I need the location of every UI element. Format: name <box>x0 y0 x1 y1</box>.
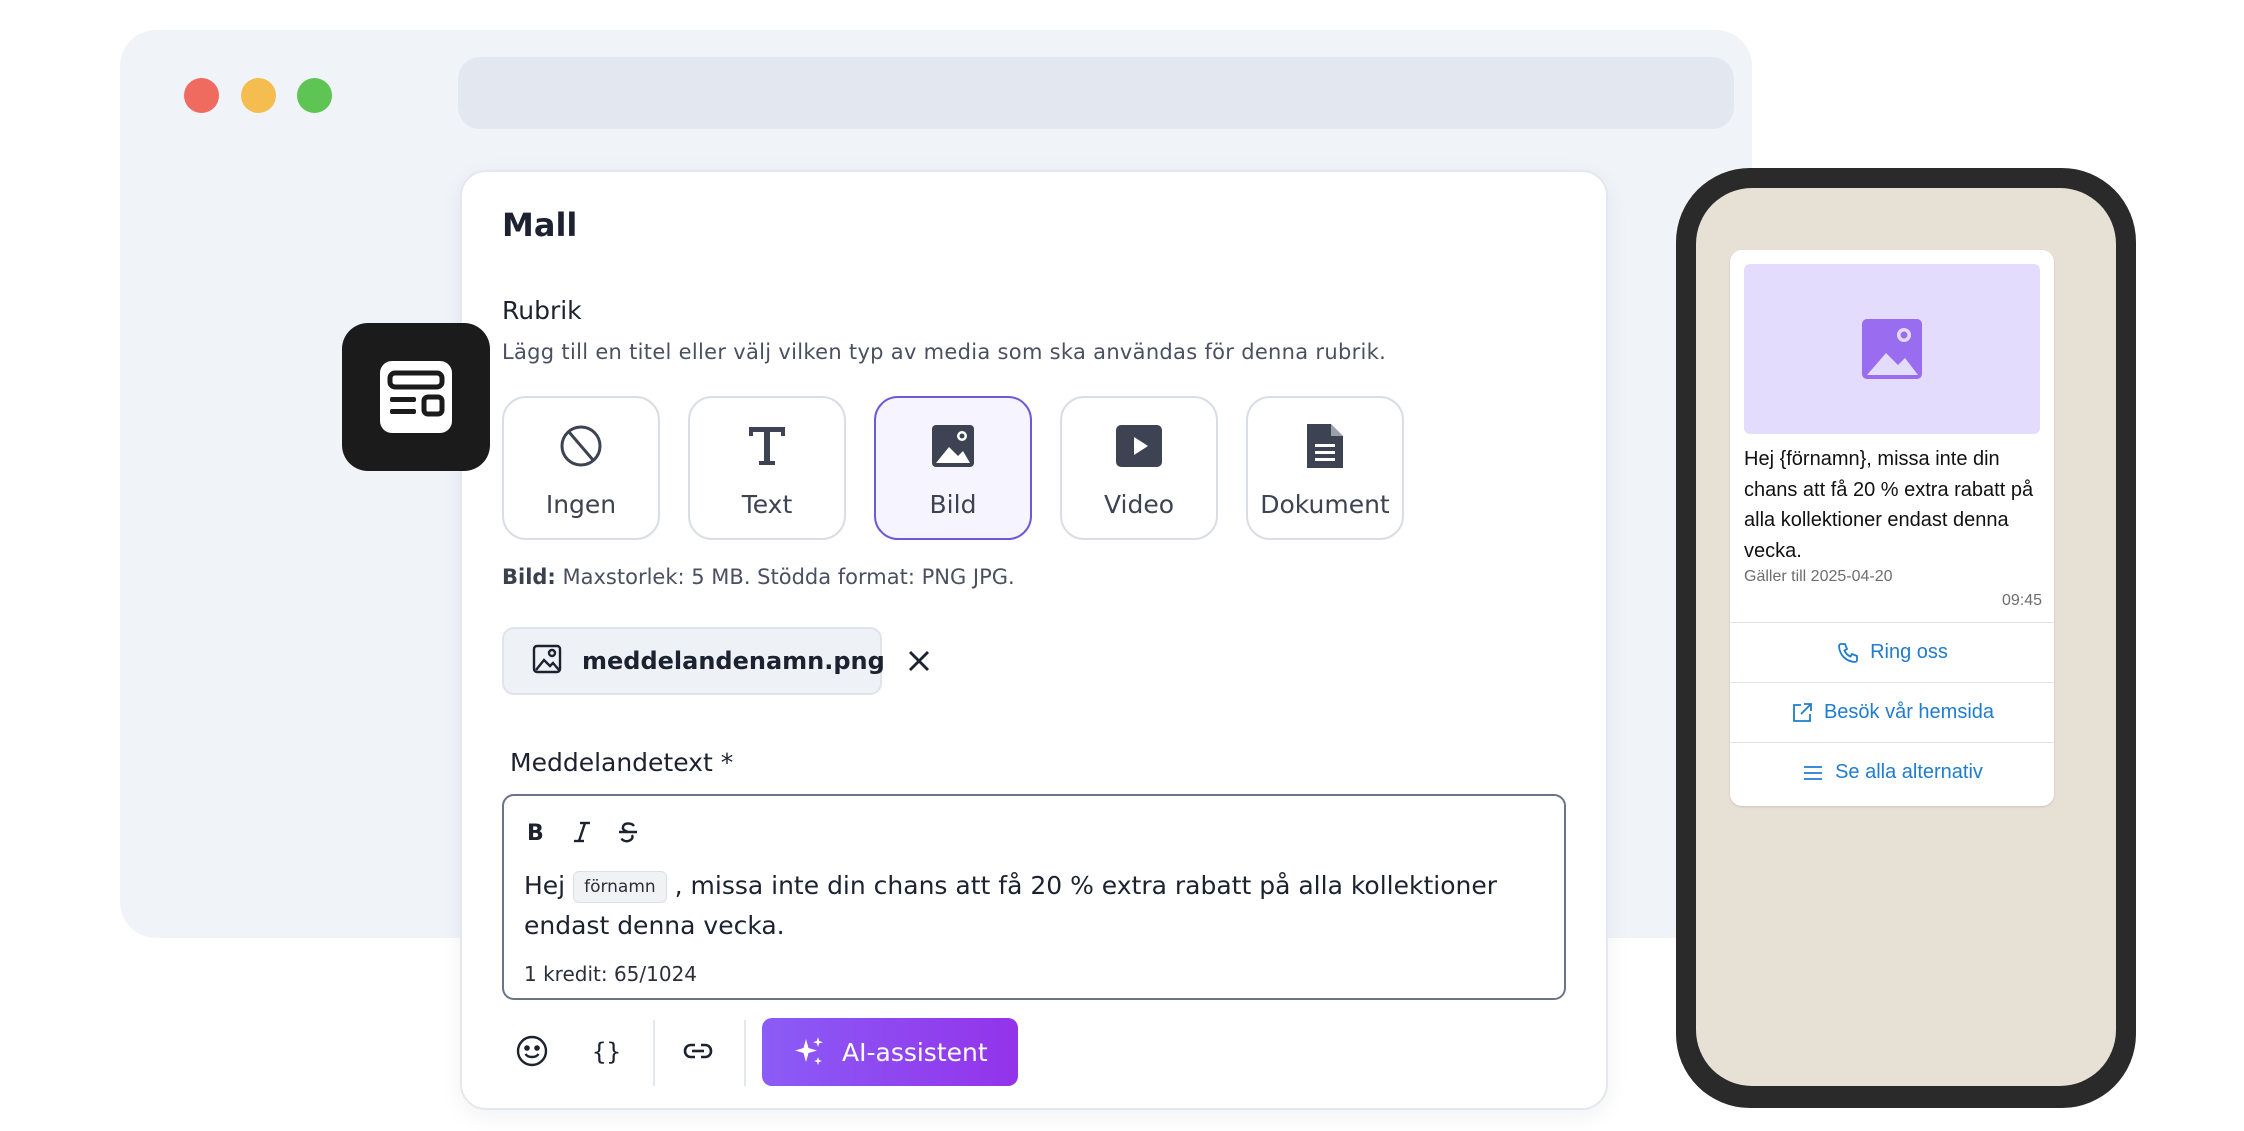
close-icon <box>909 651 929 671</box>
video-icon <box>1115 418 1163 474</box>
emoji-icon <box>516 1035 548 1067</box>
template-card: Mall Rubrik Lägg till en titel eller väl… <box>460 170 1608 1110</box>
no-media-icon <box>557 418 605 474</box>
bold-icon: B <box>527 821 544 844</box>
header-section-title: Rubrik <box>502 296 582 325</box>
external-link-icon <box>1793 702 1812 722</box>
visit-website-label: Besök vår hemsida <box>1823 701 1995 723</box>
italic-icon <box>574 821 590 843</box>
template-layout-icon <box>380 361 452 433</box>
emoji-button[interactable] <box>510 1029 554 1073</box>
message-editor[interactable]: B Hej förnamn , missa inte din chans att… <box>502 794 1566 1000</box>
template-app-icon <box>342 323 490 471</box>
media-option-text[interactable]: Text <box>688 396 846 540</box>
link-icon <box>683 1043 713 1059</box>
image-icon <box>930 418 976 474</box>
variable-chip-firstname[interactable]: förnamn <box>573 871 667 903</box>
phone-preview: Hej {förnamn}, missa inte din chans att … <box>1676 168 2136 1108</box>
document-icon <box>1305 418 1345 474</box>
call-us-button[interactable]: Ring oss <box>1730 622 2054 682</box>
list-icon <box>1804 765 1823 780</box>
toolbar-divider <box>744 1020 746 1086</box>
strikethrough-button[interactable] <box>610 814 646 850</box>
media-option-none[interactable]: Ingen <box>502 396 660 540</box>
media-option-document[interactable]: Dokument <box>1246 396 1404 540</box>
ai-assistant-button[interactable]: AI-assistent <box>762 1018 1018 1086</box>
image-file-icon <box>532 644 562 678</box>
see-all-options-button[interactable]: Se alla alternativ <box>1730 742 2054 802</box>
address-bar[interactable] <box>458 57 1734 129</box>
image-icon <box>1862 319 1922 379</box>
visit-website-button[interactable]: Besök vår hemsida <box>1730 682 2054 742</box>
see-all-options-label: Se alla alternativ <box>1835 761 1983 783</box>
chat-screen: Hej {förnamn}, missa inte din chans att … <box>1696 188 2116 1086</box>
media-option-image[interactable]: Bild <box>874 396 1032 540</box>
valid-until-text: Gäller till 2025-04-20 <box>1744 568 1893 585</box>
call-us-label: Ring oss <box>1870 641 1948 663</box>
media-option-label: Text <box>741 490 793 519</box>
uploaded-file-chip[interactable]: meddelandenamn.png <box>502 627 885 695</box>
toolbar-divider <box>653 1020 655 1086</box>
ai-assistant-label: AI-assistent <box>842 1037 988 1067</box>
svg-text:B: B <box>527 821 544 844</box>
credit-counter: 1 kredit: 65/1024 <box>524 962 698 986</box>
uploaded-file-name: meddelandenamn.png <box>582 647 885 675</box>
svg-text:{}: {} <box>592 1038 621 1066</box>
media-option-label: Ingen <box>545 490 617 519</box>
italic-button[interactable] <box>564 814 600 850</box>
message-body[interactable]: Hej förnamn , missa inte din chans att f… <box>524 866 1534 946</box>
bold-button[interactable]: B <box>518 814 554 850</box>
card-title: Mall <box>502 206 578 244</box>
curly-braces-icon: {} <box>592 1038 621 1066</box>
link-button[interactable] <box>676 1029 720 1073</box>
text-icon <box>745 418 789 474</box>
media-option-label: Bild <box>929 490 977 519</box>
media-option-label: Dokument <box>1260 490 1390 519</box>
variable-button[interactable]: {} <box>584 1029 628 1073</box>
strikethrough-icon <box>619 822 637 843</box>
message-text-label: Meddelandetext * <box>510 748 734 777</box>
message-preview-bubble: Hej {förnamn}, missa inte din chans att … <box>1730 250 2054 806</box>
image-placeholder <box>1744 264 2040 434</box>
phone-icon <box>1838 642 1858 663</box>
window-maximize-dot[interactable] <box>297 78 332 113</box>
preview-message-text: Hej {förnamn}, missa inte din chans att … <box>1744 448 2034 562</box>
media-option-video[interactable]: Video <box>1060 396 1218 540</box>
window-close-dot[interactable] <box>184 78 219 113</box>
window-minimize-dot[interactable] <box>241 78 276 113</box>
remove-file-button[interactable] <box>902 644 936 678</box>
sparkle-icon <box>795 1037 823 1065</box>
media-option-label: Video <box>1103 490 1175 519</box>
message-time: 09:45 <box>2001 592 2042 609</box>
header-section-description: Lägg till en titel eller välj vilken typ… <box>502 340 1387 364</box>
image-format-hint: Bild: Maxstorlek: 5 MB. Stödda format: P… <box>502 565 1015 589</box>
